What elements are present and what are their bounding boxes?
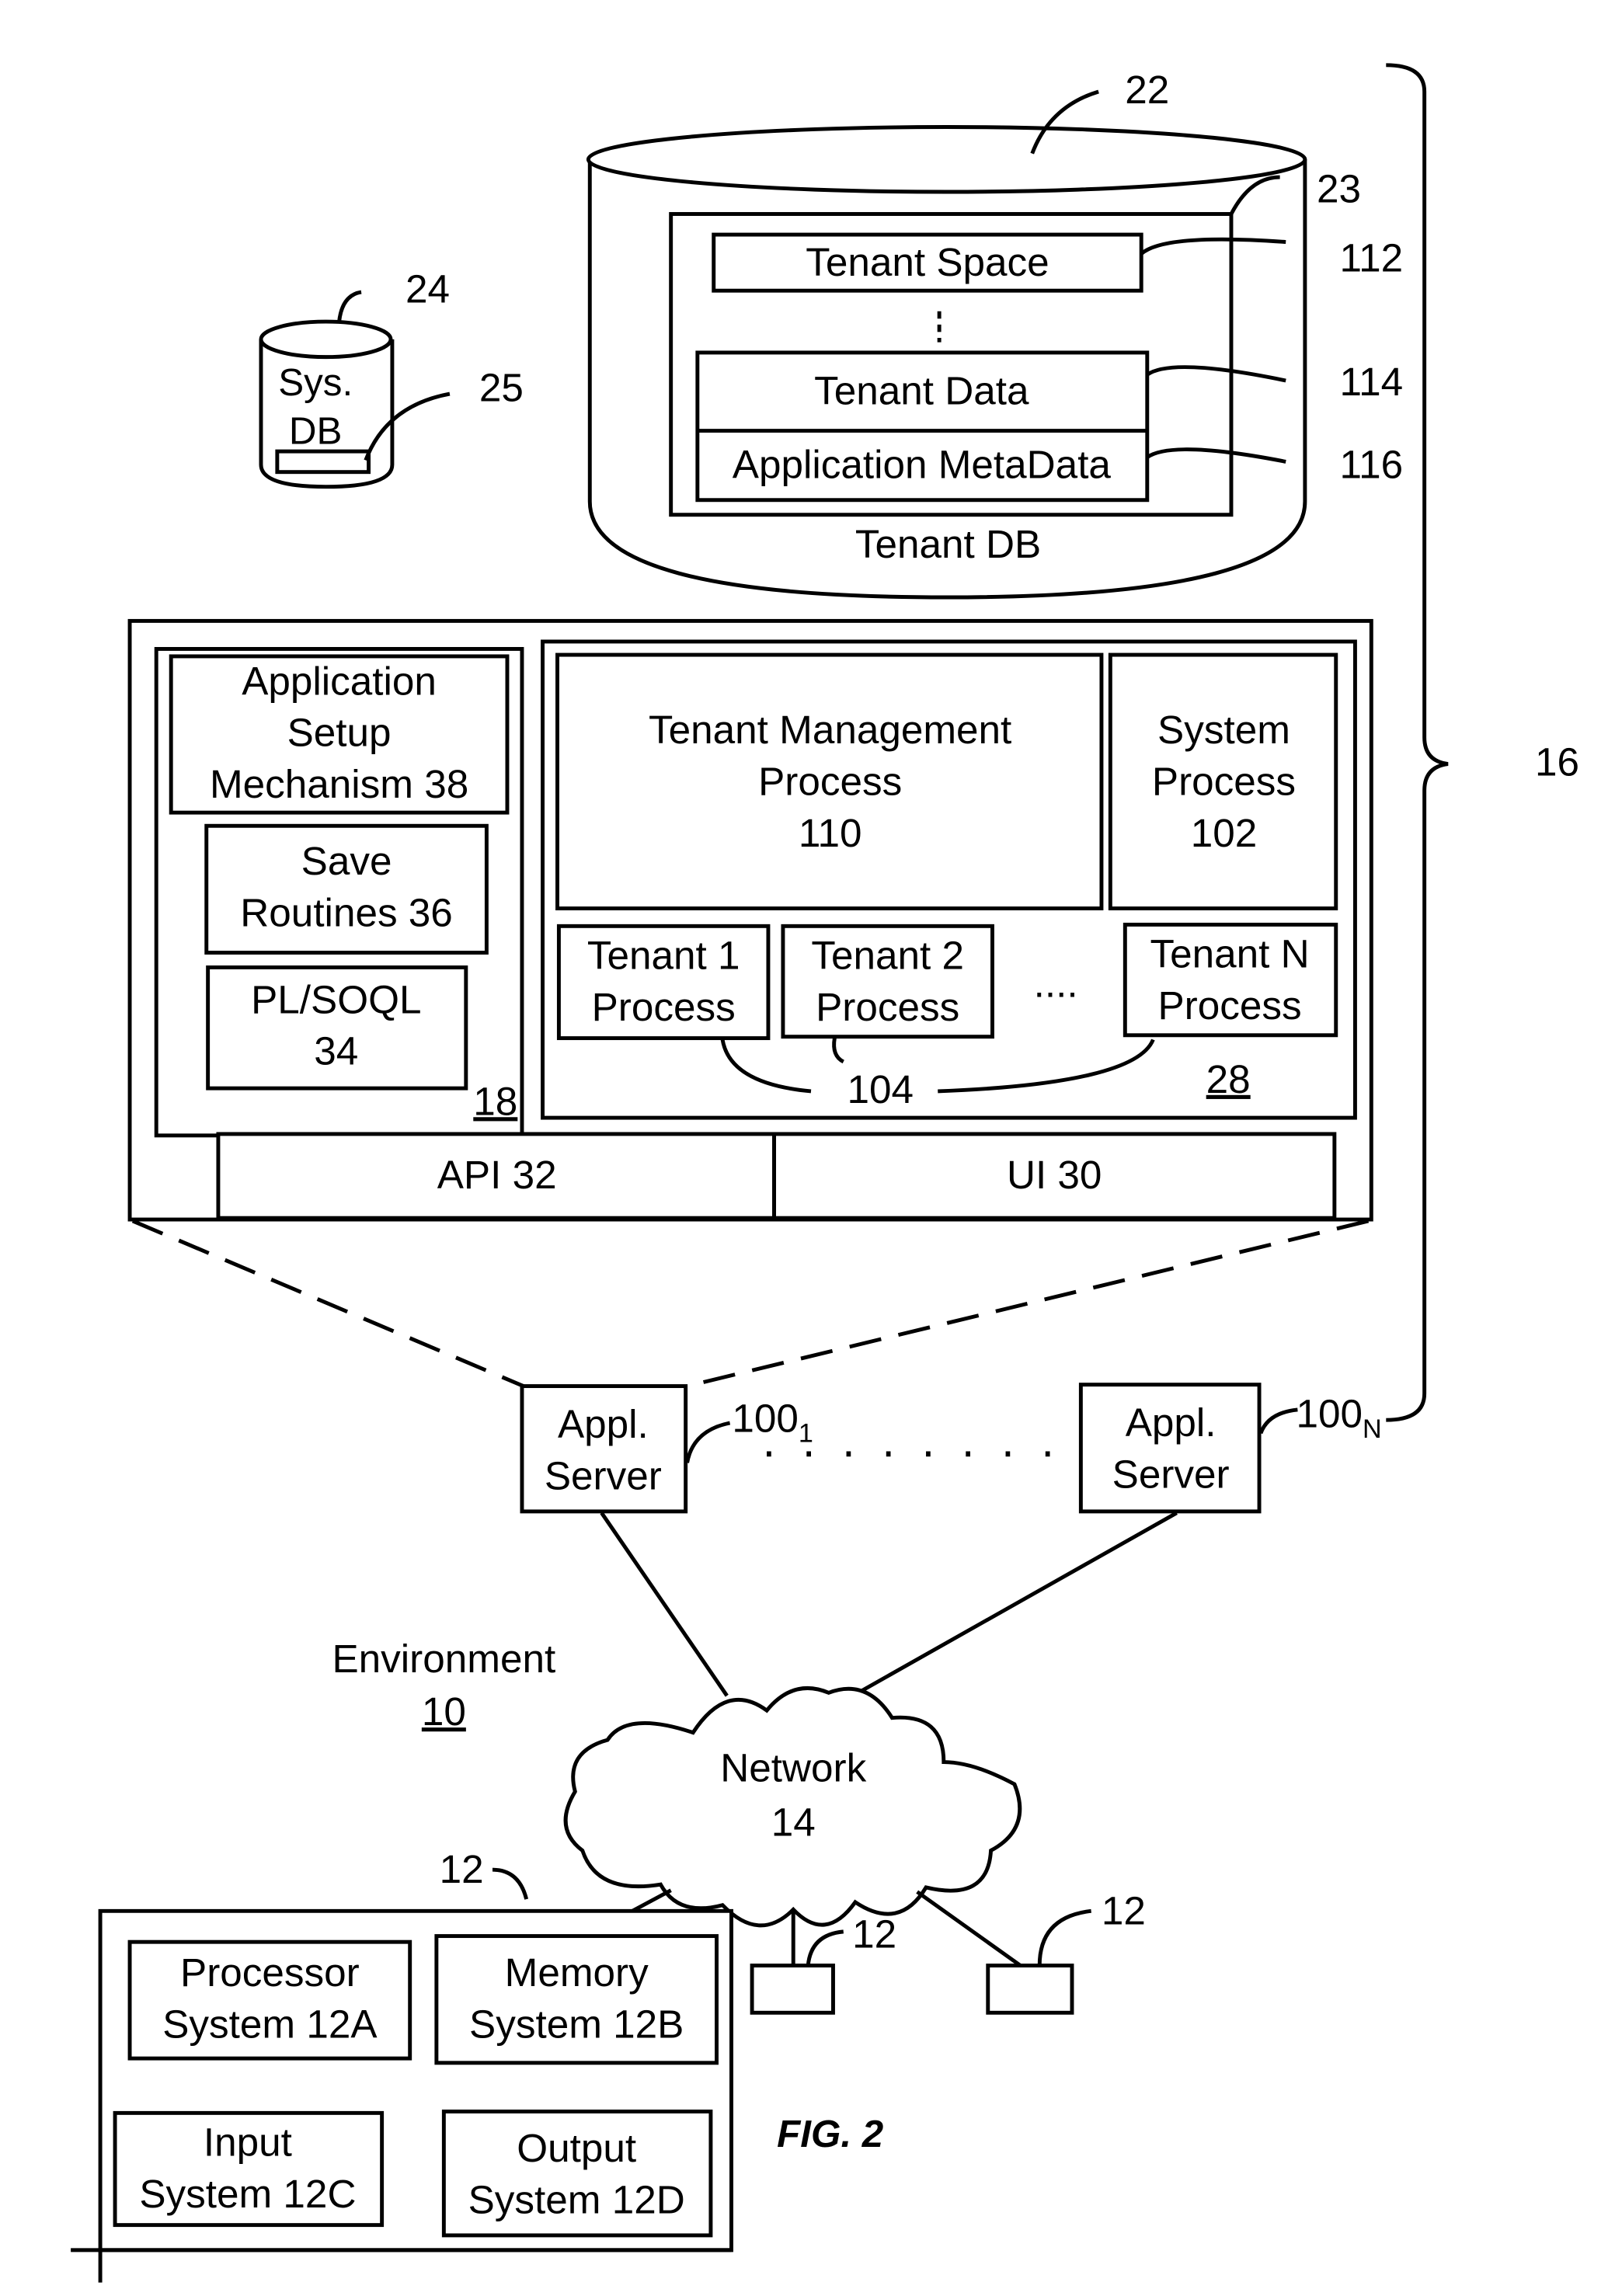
tenant-db-cylinder: 22 23 Tenant Space 112 Tenant Data Appli… [586, 68, 1403, 600]
ref-23: 23 [1317, 166, 1361, 210]
ref-22: 22 [1125, 68, 1169, 112]
user-system-2 [750, 1964, 835, 2015]
app-server-n: Appl. Server 100N [1078, 1383, 1382, 1514]
ref-12-c: 12 [1102, 1888, 1146, 1932]
ref-100-1-main: 100 [732, 1396, 799, 1440]
tenant-ellipsis: .... [1034, 961, 1078, 1005]
processor-line2: System 12A [162, 2002, 378, 2047]
environment-label: Environment [332, 1637, 555, 1681]
system-bracket: 16 [1386, 63, 1579, 1422]
setup-line1: Application [242, 659, 437, 703]
tenant-db-label: Tenant DB [855, 522, 1041, 566]
sys-db-top [259, 319, 393, 360]
sys-db-line1: Sys. [278, 361, 353, 404]
tenant2-line1: Tenant 2 [811, 933, 964, 977]
tenant1-line1: Tenant 1 [587, 933, 740, 977]
ref-100-n: 100N [1296, 1392, 1381, 1444]
ref-28: 28 [1206, 1057, 1251, 1101]
plsoql-line1: PL/SOQL [251, 977, 421, 1021]
leader-12-c [1037, 1908, 1091, 1966]
leader-12-b [806, 1929, 844, 1966]
ref-25: 25 [479, 366, 524, 410]
network-line1: Network [720, 1745, 866, 1790]
app-server-detail: Application Setup Mechanism 38 Save Rout… [127, 618, 1373, 1222]
tenant2-line2: Process [816, 985, 959, 1029]
app-server-1: Appl. Server 1001 [520, 1384, 813, 1514]
ui-label: UI 30 [1007, 1153, 1102, 1197]
plsoql-line2: 34 [314, 1029, 358, 1073]
expansion-line-right [686, 1219, 1370, 1388]
leader-24 [337, 290, 362, 322]
ref-100-n-sub: N [1363, 1414, 1382, 1444]
api-label: API 32 [437, 1153, 557, 1197]
ref-16: 16 [1535, 740, 1579, 784]
link-server1-network [600, 1512, 729, 1697]
link-network-user-3 [916, 1890, 1022, 1967]
tenant-mgmt-line1: Tenant Management [649, 708, 1011, 752]
user-system-12: 12 Processor System 12A Memory System 12… [71, 1847, 733, 2283]
setup-line3: Mechanism 38 [210, 762, 468, 806]
network-line2: 14 [771, 1800, 816, 1845]
memory-line1: Memory [505, 1950, 649, 1995]
ref-112: 112 [1339, 236, 1403, 280]
processor-line1: Processor [180, 1950, 360, 1995]
memory-line2: System 12B [469, 2002, 684, 2047]
tenant-mgmt-line2: Process [758, 759, 902, 803]
system-process-line2: Process [1152, 759, 1296, 803]
system-process-line1: System [1157, 708, 1290, 752]
tenant-space-label: Tenant Space [806, 240, 1049, 284]
tenant-data-label: Tenant Data [814, 368, 1029, 412]
save-line2: Routines 36 [240, 890, 453, 934]
environment-diagram: 22 23 Tenant Space 112 Tenant Data Appli… [71, 63, 1579, 2283]
tenantN-line1: Tenant N [1150, 931, 1310, 976]
ref-12-b: 12 [852, 1912, 896, 1957]
output-line2: System 12D [468, 2177, 685, 2221]
ref-100-n-main: 100 [1296, 1392, 1363, 1436]
tenant-db-top [586, 125, 1307, 194]
expansion-line-left [131, 1219, 524, 1388]
leader-100-1 [685, 1421, 731, 1463]
network-cloud: Network 14 [563, 1685, 1022, 1928]
input-line1: Input [204, 2120, 292, 2164]
ref-12-a: 12 [440, 1847, 484, 1891]
tenant-mgmt-line3: 110 [799, 811, 862, 855]
sys-db-inner-box [275, 449, 371, 475]
ref-18: 18 [473, 1079, 517, 1123]
link-serverN-network [857, 1511, 1178, 1695]
sys-db-line2: DB [289, 410, 343, 453]
ref-114: 114 [1339, 360, 1403, 404]
input-line2: System 12C [139, 2172, 356, 2216]
environment-ref: 10 [422, 1689, 466, 1734]
system-process-line3: 102 [1191, 811, 1258, 855]
ref-100-1-sub: 1 [799, 1419, 813, 1449]
app-server-1-line2: Server [545, 1453, 662, 1498]
leader-100-n [1258, 1407, 1298, 1435]
user-system-3 [986, 1964, 1074, 2015]
leader-12-a [492, 1867, 529, 1900]
app-metadata-label: Application MetaData [733, 442, 1112, 486]
ref-24: 24 [406, 266, 450, 311]
tenant1-line2: Process [592, 985, 736, 1029]
figure-caption: FIG. 2 [777, 2113, 883, 2155]
output-line1: Output [517, 2126, 636, 2170]
ref-116: 116 [1339, 442, 1403, 486]
tenantN-line2: Process [1158, 983, 1302, 1028]
setup-line2: Setup [287, 711, 392, 755]
app-server-1-line1: Appl. [558, 1402, 649, 1446]
sys-db-cylinder: 24 Sys. DB 25 [259, 266, 524, 489]
app-server-n-line1: Appl. [1126, 1400, 1216, 1445]
ref-104: 104 [847, 1067, 914, 1111]
app-server-n-line2: Server [1112, 1452, 1230, 1497]
ref-100-1: 1001 [732, 1396, 813, 1448]
save-line1: Save [301, 839, 392, 883]
